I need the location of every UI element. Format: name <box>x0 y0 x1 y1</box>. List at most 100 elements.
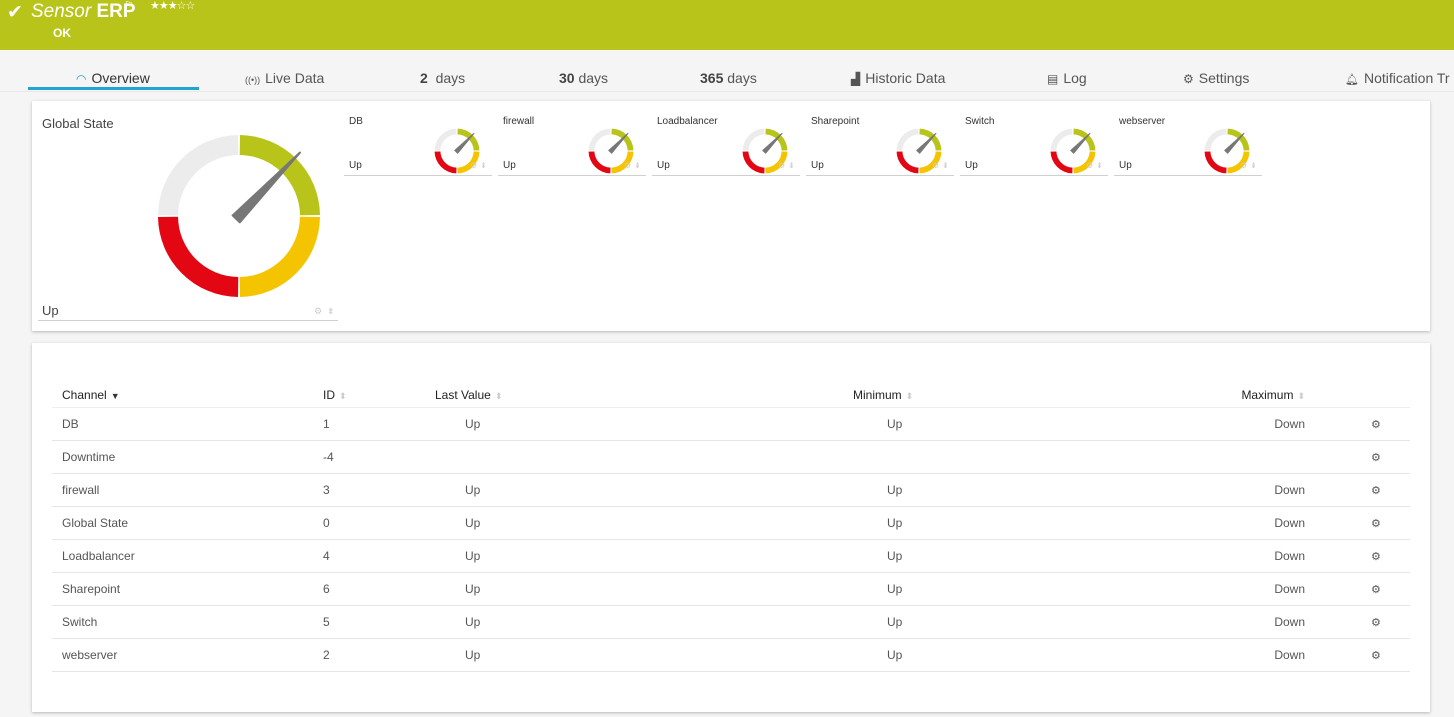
list-icon: ▤ <box>1047 72 1059 86</box>
segment-down <box>588 151 611 174</box>
cell-channel[interactable]: Downtime <box>52 440 323 474</box>
divider <box>652 175 800 176</box>
tab-log[interactable]: ▤ Log <box>1047 70 1087 86</box>
gauge-needle <box>608 132 629 154</box>
table-row[interactable]: Global State 0 Up Up Down ⚙ <box>52 506 1410 540</box>
cell-channel[interactable]: DB <box>52 407 323 441</box>
tab-30-days[interactable]: 30 days <box>559 70 608 86</box>
channel-settings-button[interactable]: ⚙ <box>1305 605 1410 639</box>
cell-maximum: Down <box>1080 407 1305 441</box>
segment-down <box>1204 151 1227 174</box>
cell-id: 5 <box>323 605 435 639</box>
cell-channel[interactable]: Loadbalancer <box>52 539 323 573</box>
channel-gauge-loadbalancer[interactable]: Loadbalancer Up ⚙ ⇟ <box>652 113 802 177</box>
pin-icon[interactable]: ⇟ <box>480 161 487 170</box>
cell-channel[interactable]: Sharepoint <box>52 572 323 606</box>
sort-icon: ⬍ <box>905 390 914 401</box>
channel-settings-button[interactable]: ⚙ <box>1305 440 1410 474</box>
table-row[interactable]: Loadbalancer 4 Up Up Down ⚙ <box>52 539 1410 573</box>
gear-icon[interactable]: ⚙ <box>314 306 322 317</box>
channel-gauge-db[interactable]: DB Up ⚙ ⇟ <box>344 113 494 177</box>
gauge-needle <box>1070 132 1091 154</box>
channel-gauge-webserver[interactable]: webserver Up ⚙ ⇟ <box>1114 113 1264 177</box>
header-label: Channel <box>62 387 107 402</box>
sort-icon: ⬍ <box>494 390 503 401</box>
channel-settings-button[interactable]: ⚙ <box>1305 638 1410 672</box>
channel-gauge-label: Sharepoint <box>811 116 860 127</box>
tab-live-data[interactable]: ((•)) Live Data <box>245 70 324 86</box>
tab-365-days[interactable]: 365 days <box>700 70 757 86</box>
channel-settings-button[interactable]: ⚙ <box>1305 572 1410 606</box>
table-row[interactable]: webserver 2 Up Up Down ⚙ <box>52 638 1410 672</box>
cell-maximum: Down <box>1080 539 1305 573</box>
pin-icon[interactable]: ⇟ <box>788 161 795 170</box>
tab-settings[interactable]: ⚙ Settings <box>1183 70 1249 86</box>
divider <box>38 320 338 321</box>
gauge-needle <box>916 132 937 154</box>
cell-minimum: Up <box>735 473 1080 507</box>
main-gauge <box>158 135 320 297</box>
channel-settings-button[interactable]: ⚙ <box>1305 539 1410 573</box>
table-row[interactable]: Sharepoint 6 Up Up Down ⚙ <box>52 572 1410 606</box>
flag-icon[interactable]: ⚐ <box>124 0 134 12</box>
cell-channel[interactable]: webserver <box>52 638 323 672</box>
sensor-header: ✔ Sensor ERP ⚐ ★★★☆☆ OK <box>0 0 1454 50</box>
cell-minimum: Up <box>735 605 1080 639</box>
column-last-value[interactable]: Last Value ⬍ <box>435 383 735 408</box>
cell-last-value <box>435 440 735 474</box>
cell-id: 4 <box>323 539 435 573</box>
gear-icon[interactable]: ⚙ <box>1240 161 1247 170</box>
table-row[interactable]: Switch 5 Up Up Down ⚙ <box>52 605 1410 639</box>
cell-last-value: Up <box>435 473 735 507</box>
gear-icon[interactable]: ⚙ <box>932 161 939 170</box>
column-id[interactable]: ID ⬍ <box>323 383 435 408</box>
channel-gauge-value: Up <box>811 160 824 171</box>
cell-last-value: Up <box>435 572 735 606</box>
pin-icon[interactable]: ⇟ <box>634 161 641 170</box>
pin-icon[interactable]: ⇟ <box>1250 161 1257 170</box>
column-maximum[interactable]: Maximum ⬍ <box>1080 383 1305 408</box>
cell-channel[interactable]: Global State <box>52 506 323 540</box>
segment-down <box>742 151 765 174</box>
priority-stars[interactable]: ★★★☆☆ <box>150 0 195 12</box>
cell-minimum: Up <box>735 638 1080 672</box>
pin-icon[interactable]: ⇟ <box>327 306 335 317</box>
sort-icon: ⬍ <box>339 390 347 401</box>
channel-gauge-switch[interactable]: Switch Up ⚙ ⇟ <box>960 113 1110 177</box>
main-gauge-label: Global State <box>42 116 114 131</box>
column-channel[interactable]: Channel ▼ <box>52 383 323 408</box>
pin-icon[interactable]: ⇟ <box>942 161 949 170</box>
channel-gauge-firewall[interactable]: firewall Up ⚙ ⇟ <box>498 113 648 177</box>
cell-id: 3 <box>323 473 435 507</box>
gears-icon: ⚙ <box>1371 418 1381 431</box>
table-row[interactable]: DB 1 Up Up Down ⚙ <box>52 407 1410 441</box>
column-minimum[interactable]: Minimum ⬍ <box>735 383 1080 408</box>
divider <box>1114 175 1262 176</box>
gauge-needle <box>762 132 783 154</box>
tab-2-days[interactable]: 2 days <box>420 70 465 86</box>
cell-channel[interactable]: Switch <box>52 605 323 639</box>
channel-settings-button[interactable]: ⚙ <box>1305 506 1410 540</box>
cell-maximum: Down <box>1080 572 1305 606</box>
cell-maximum: Down <box>1080 638 1305 672</box>
tab-label: Notification Tr <box>1363 70 1450 86</box>
channel-gauge-sharepoint[interactable]: Sharepoint Up ⚙ ⇟ <box>806 113 956 177</box>
segment-unknown <box>1050 128 1073 151</box>
gear-icon[interactable]: ⚙ <box>1086 161 1093 170</box>
table-row[interactable]: firewall 3 Up Up Down ⚙ <box>52 473 1410 507</box>
channel-gauge-value: Up <box>657 160 670 171</box>
channel-settings-button[interactable]: ⚙ <box>1305 407 1410 441</box>
channel-settings-button[interactable]: ⚙ <box>1305 473 1410 507</box>
table-row[interactable]: Downtime -4 ⚙ <box>52 440 1410 474</box>
gear-icon[interactable]: ⚙ <box>778 161 785 170</box>
gear-icon[interactable]: ⚙ <box>470 161 477 170</box>
gear-icon[interactable]: ⚙ <box>624 161 631 170</box>
channel-gauge-value: Up <box>965 160 978 171</box>
pin-icon[interactable]: ⇟ <box>1096 161 1103 170</box>
cell-channel[interactable]: firewall <box>52 473 323 507</box>
tab-historic-data[interactable]: ▟ Historic Data <box>851 70 945 86</box>
gears-icon: ⚙ <box>1371 517 1381 530</box>
tab-label: Live Data <box>265 70 325 86</box>
tab-overview[interactable]: ◠ Overview <box>76 70 150 86</box>
tab-notification-triggers[interactable]: 🔔︎ Notification Tr <box>1345 70 1450 86</box>
